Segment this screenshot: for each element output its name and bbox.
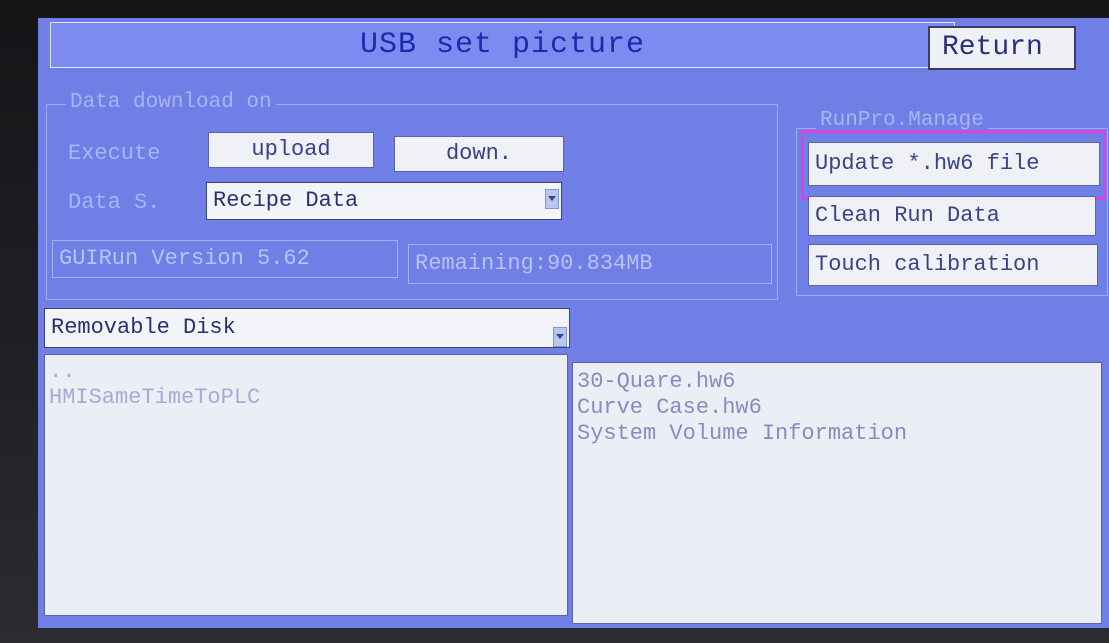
list-item[interactable]: Curve Case.hw6 <box>577 395 1101 421</box>
touch-calibration-button[interactable]: Touch calibration <box>808 244 1098 286</box>
execute-label: Execute <box>68 141 161 166</box>
return-button[interactable]: Return <box>928 26 1076 70</box>
upload-button[interactable]: upload <box>208 132 374 168</box>
list-item[interactable]: System Volume Information <box>577 421 1101 447</box>
disk-select-value: Removable Disk <box>51 315 236 340</box>
data-download-legend: Data download on <box>66 92 276 114</box>
list-item[interactable]: 30-Quare.hw6 <box>577 369 1101 395</box>
runpro-manage-legend: RunPro.Manage <box>816 110 988 132</box>
remaining-display: Remaining:90.834MB <box>408 244 772 284</box>
chevron-down-icon[interactable] <box>553 327 567 347</box>
page-title: USB set picture <box>50 22 955 68</box>
list-item[interactable]: .. <box>49 359 567 385</box>
clean-run-data-button[interactable]: Clean Run Data <box>808 196 1096 236</box>
list-item[interactable]: HMISameTimeToPLC <box>49 385 567 411</box>
version-display: GUIRun Version 5.62 <box>52 240 398 278</box>
chevron-down-icon[interactable] <box>545 189 559 209</box>
disk-select[interactable]: Removable Disk <box>44 308 570 348</box>
data-source-select[interactable]: Recipe Data <box>206 182 562 220</box>
hmi-screen: USB set picture Data download on Execute… <box>38 18 1109 628</box>
left-file-list[interactable]: .. HMISameTimeToPLC <box>44 354 568 616</box>
right-file-list[interactable]: 30-Quare.hw6 Curve Case.hw6 System Volum… <box>572 362 1102 624</box>
selection-highlight <box>801 130 1106 200</box>
data-source-value: Recipe Data <box>213 188 359 213</box>
download-button[interactable]: down. <box>394 136 564 172</box>
data-source-label: Data S. <box>68 190 161 215</box>
